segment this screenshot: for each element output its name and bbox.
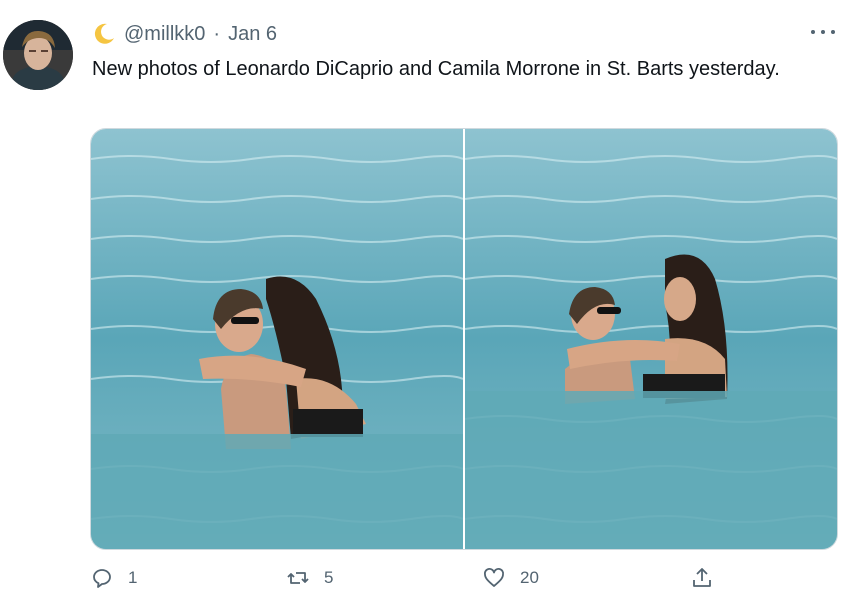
tweet-actions: 1 5 20 — [90, 566, 730, 596]
like-button[interactable]: 20 — [482, 566, 539, 590]
avatar-image — [3, 20, 73, 90]
avatar[interactable] — [3, 20, 73, 90]
heart-icon — [484, 568, 504, 587]
tweet[interactable]: @millkk0 · Jan 6 New photos of Leonardo … — [0, 0, 849, 600]
retweet-icon — [287, 572, 309, 584]
tweet-header: @millkk0 · Jan 6 — [92, 20, 277, 48]
like-count: 20 — [520, 568, 539, 587]
photo-left[interactable] — [91, 129, 463, 549]
more-options-icon[interactable] — [811, 22, 835, 42]
reply-icon — [93, 569, 111, 588]
reply-count: 1 — [128, 568, 138, 587]
reply-button[interactable]: 1 — [90, 566, 137, 590]
retweet-button[interactable]: 5 — [286, 566, 333, 590]
user-handle[interactable]: @millkk0 — [124, 23, 205, 46]
share-icon — [693, 568, 711, 587]
tweet-media[interactable] — [90, 128, 838, 550]
tweet-text: New photos of Leonardo DiCaprio and Cami… — [92, 58, 780, 80]
retweet-count: 5 — [324, 568, 334, 587]
share-button[interactable] — [690, 566, 714, 590]
photo-right[interactable] — [465, 129, 837, 549]
separator-dot: · — [213, 22, 221, 45]
tweet-date[interactable]: Jan 6 — [228, 23, 277, 46]
crescent-moon-icon — [92, 22, 116, 46]
